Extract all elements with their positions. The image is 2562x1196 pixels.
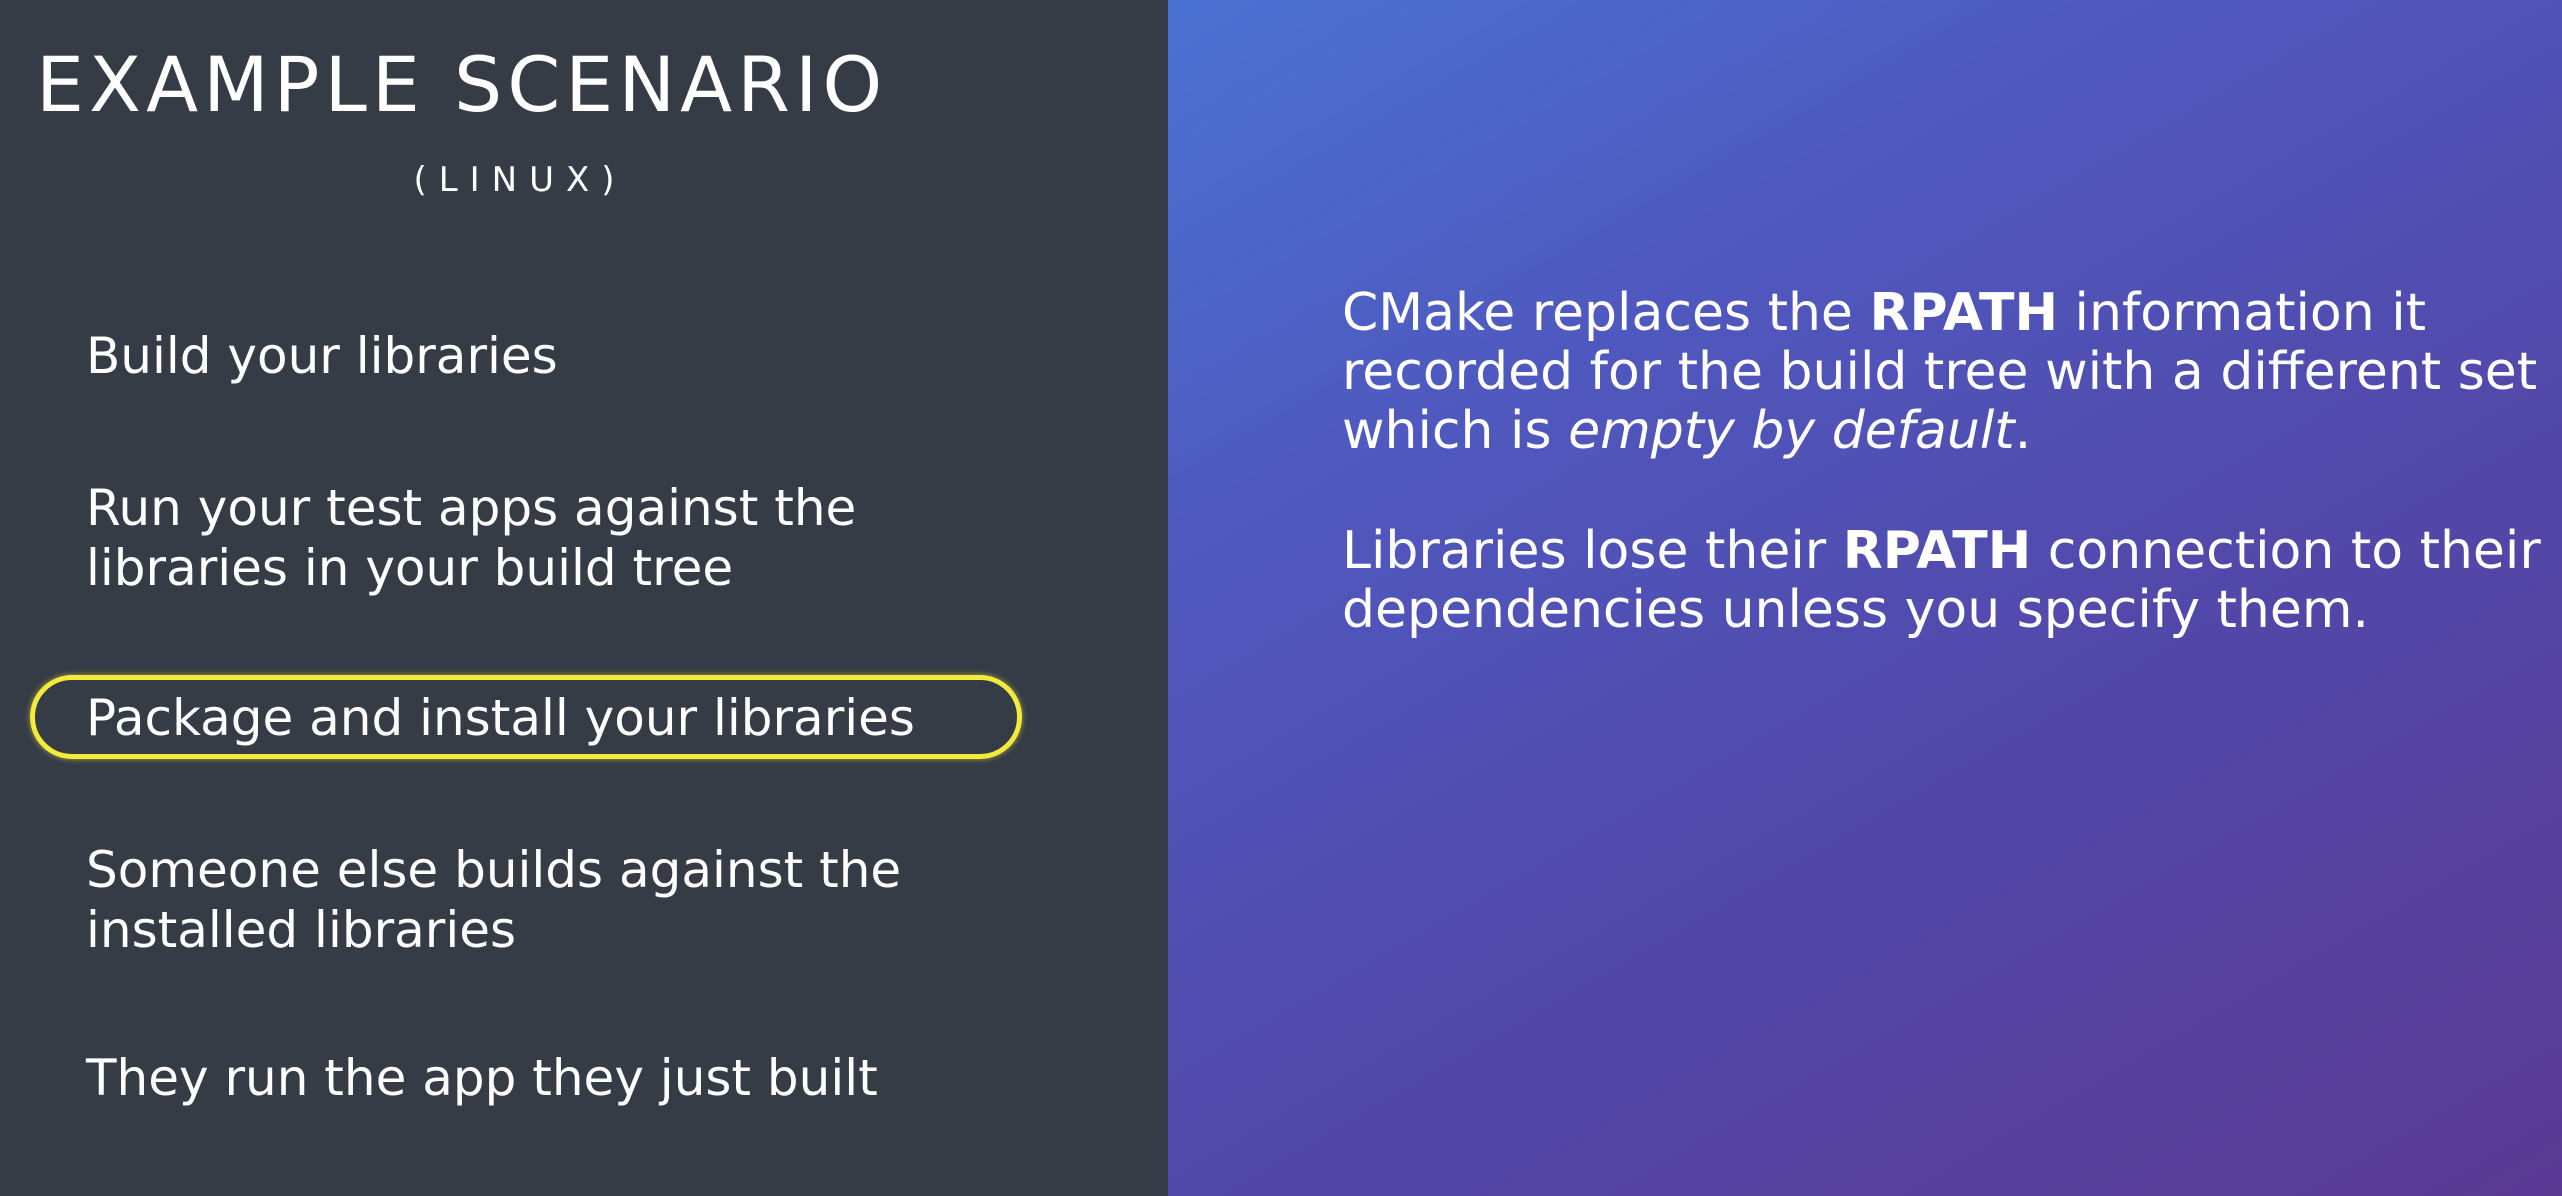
- slide-title: EXAMPLE SCENARIO: [36, 40, 888, 129]
- step-build-libraries: Build your libraries: [86, 327, 558, 385]
- step-run-app: They run the app they just built: [86, 1049, 878, 1107]
- slide: EXAMPLE SCENARIO (LINUX) Build your libr…: [0, 0, 2562, 1196]
- step-run-test-apps: Run your test apps against the libraries…: [86, 479, 857, 597]
- slide-subtitle: (LINUX): [413, 160, 627, 200]
- step-package-install: Package and install your libraries: [86, 689, 915, 747]
- paragraph-text: CMake replaces the: [1342, 283, 1870, 343]
- paragraph-text: .: [2014, 401, 2032, 461]
- rpath-term: RPATH: [1869, 283, 2059, 343]
- rpath-term: RPATH: [1842, 521, 2032, 581]
- rpath-lose-paragraph: Libraries lose their RPATH connection to…: [1342, 522, 2542, 640]
- left-panel: EXAMPLE SCENARIO (LINUX) Build your libr…: [0, 0, 1168, 1196]
- paragraph-text: Libraries lose their: [1342, 521, 1843, 581]
- step-someone-else-builds: Someone else builds against the installe…: [86, 841, 902, 959]
- emphasis-text: empty by default: [1568, 401, 2015, 461]
- rpath-replace-paragraph: CMake replaces the RPATH information it …: [1342, 284, 2542, 461]
- right-panel: CMake replaces the RPATH information it …: [1168, 0, 2562, 1196]
